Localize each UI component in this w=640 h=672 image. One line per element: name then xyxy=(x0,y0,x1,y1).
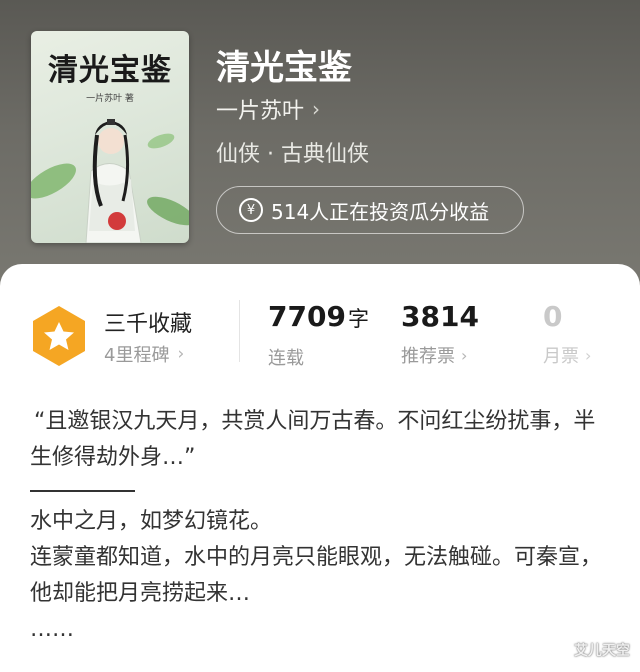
serial-status: 连载 xyxy=(268,348,304,369)
book-title: 清光宝鉴 xyxy=(216,48,352,88)
chevron-right-icon: › xyxy=(177,344,185,364)
recommend-ticket-stat[interactable]: 3814 推荐票 › xyxy=(401,300,479,368)
chevron-right-icon: › xyxy=(461,345,468,365)
watermark: 艾儿天空 xyxy=(574,643,630,659)
milestone-title: 三千收藏 xyxy=(104,312,193,337)
recommend-label: 推荐票 xyxy=(401,346,455,367)
monthly-value: 0 xyxy=(543,300,563,333)
recommend-value: 3814 xyxy=(401,300,479,333)
book-synopsis[interactable]: “且邀银汉九天月，共赏人间万古春。不问红尘纷扰事，半生修得劫外身…” 水中之月，… xyxy=(30,404,610,648)
milestone-link[interactable]: 4里程碑 › xyxy=(104,341,184,367)
cover-title: 清光宝鉴 xyxy=(48,53,172,88)
synopsis-divider xyxy=(30,490,135,492)
word-count-value: 7709 xyxy=(268,300,346,333)
word-count-unit: 字 xyxy=(347,307,369,331)
invest-button-label: 514人正在投资瓜分收益 xyxy=(271,199,490,224)
book-cover[interactable]: 清光宝鉴 一片苏叶 著 xyxy=(31,31,189,243)
synopsis-quote: “且邀银汉九天月，共赏人间万古春。不问红尘纷扰事，半生修得劫外身…” xyxy=(30,409,596,470)
author-name: 一片苏叶 xyxy=(216,99,305,124)
invest-button[interactable]: ¥ 514人正在投资瓜分收益 xyxy=(216,186,524,234)
chevron-right-icon: › xyxy=(585,345,592,365)
synopsis-line-1: 水中之月，如梦幻镜花。 xyxy=(30,508,273,534)
book-info-card: 三千收藏 4里程碑 › 7709 字 连载 3814 推荐票 › 0 月票 › xyxy=(0,264,640,672)
milestone-badge-icon xyxy=(33,306,85,366)
cover-author: 一片苏叶 著 xyxy=(86,94,134,104)
chevron-right-icon: › xyxy=(312,97,321,121)
genre-label[interactable]: 仙侠 · 古典仙侠 xyxy=(216,136,369,168)
yen-coin-icon: ¥ xyxy=(239,198,263,222)
milestone-sub-label: 4里程碑 xyxy=(104,345,170,366)
divider xyxy=(239,300,240,362)
monthly-ticket-stat[interactable]: 0 月票 › xyxy=(543,300,591,368)
synopsis-line-2: 连蒙童都知道，水中的月亮只能眼观，无法触碰。可秦宣，他却能把月亮捞起来… xyxy=(30,544,603,606)
word-count-stat: 7709 字 连载 xyxy=(268,300,369,370)
monthly-label: 月票 xyxy=(543,346,579,367)
synopsis-ellipsis: …… xyxy=(30,616,74,642)
author-link[interactable]: 一片苏叶 › xyxy=(216,93,320,125)
